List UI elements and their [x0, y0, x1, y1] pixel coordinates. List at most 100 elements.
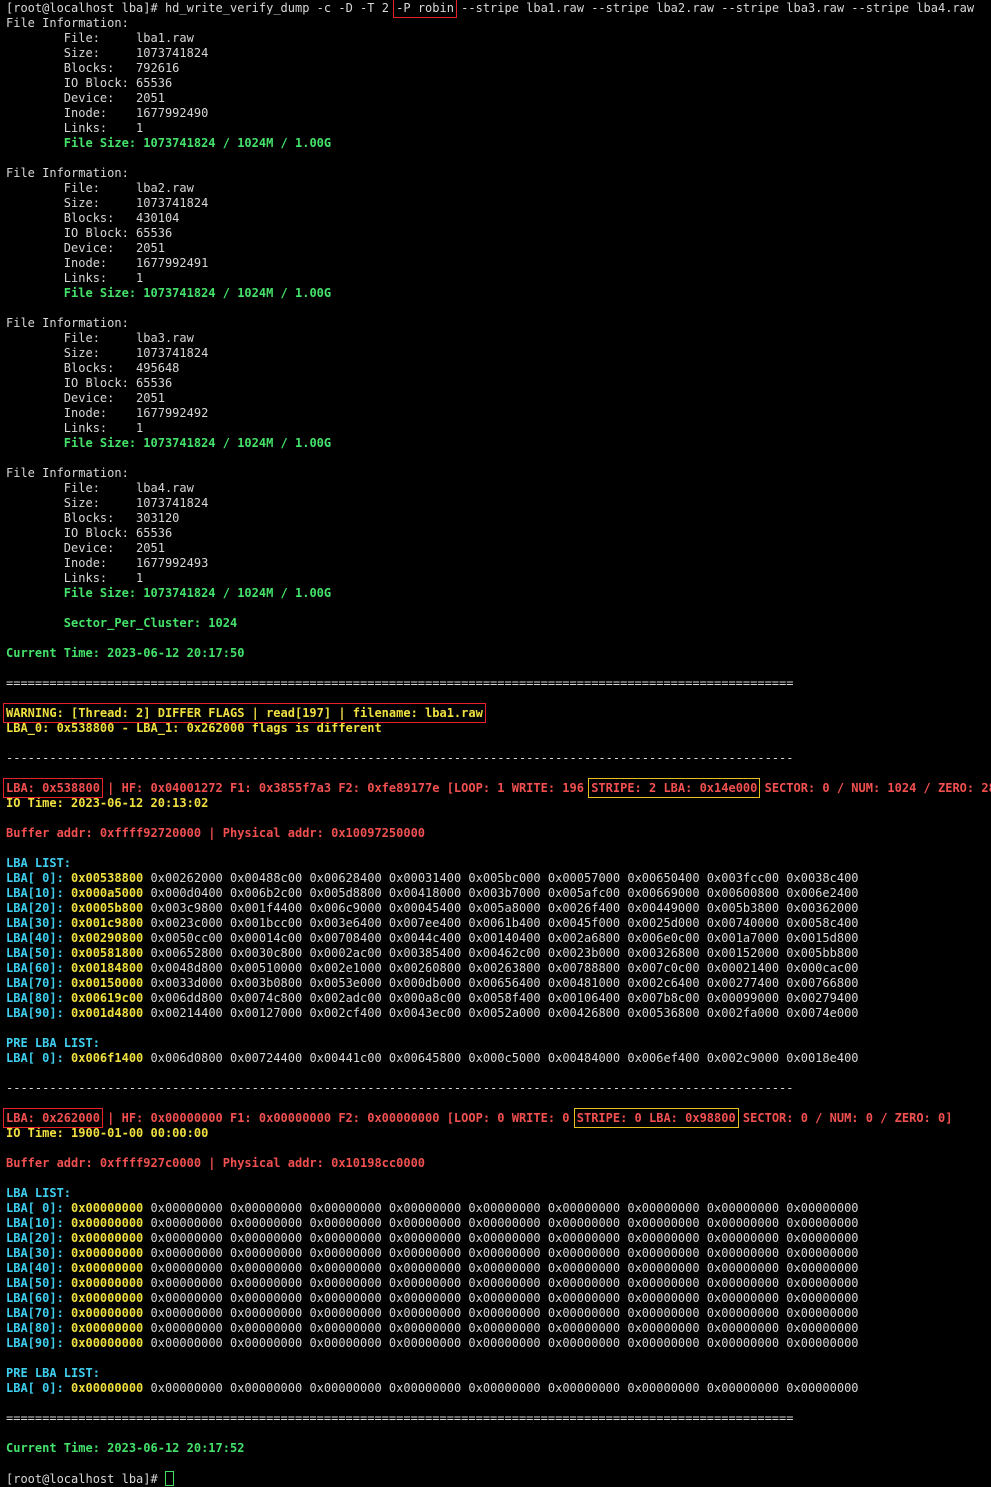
file-info-label: IO Block:: [6, 226, 137, 240]
file-info-value: 495648: [136, 361, 180, 375]
file-info-row: IO Block: 65536: [6, 526, 991, 541]
file-info-label: Size:: [6, 346, 137, 360]
lba-list-row: LBA[40]: 0x00000000 0x00000000 0x0000000…: [6, 1261, 991, 1276]
file-info-label: Blocks:: [6, 211, 137, 225]
block-cursor-icon[interactable]: [164, 1471, 174, 1486]
file-info-row: IO Block: 65536: [6, 376, 991, 391]
lba-row-label: LBA[40]:: [6, 1261, 64, 1275]
io-time: IO Time: 2023-06-12 20:13:02: [6, 796, 209, 810]
file-info-row: Links: 1: [6, 271, 991, 286]
lba-list-row: LBA[10]: 0x00000000 0x00000000 0x0000000…: [6, 1216, 991, 1231]
lba-row-values: 0x00000000 0x00000000 0x00000000 0x00000…: [150, 1216, 859, 1230]
lba-row-first: 0x00000000: [71, 1276, 144, 1290]
file-info-row: Blocks: 303120: [6, 511, 991, 526]
file-info-label: Links:: [6, 121, 137, 135]
command-args: --stripe lba1.raw --stripe lba2.raw --st…: [453, 1, 975, 15]
file-info-row: Links: 1: [6, 421, 991, 436]
file-info-value: 1073741824: [136, 46, 209, 60]
lba-row-label: LBA[20]:: [6, 901, 64, 915]
final-prompt-line[interactable]: [root@localhost lba]#: [6, 1471, 991, 1486]
file-info-row: Device: 2051: [6, 241, 991, 256]
lba-list-row: LBA[50]: 0x00581800 0x00652800 0x0030c80…: [6, 946, 991, 961]
lba-row-label: LBA[40]:: [6, 931, 64, 945]
file-info-header: File Information:: [6, 16, 129, 30]
file-info-label: IO Block:: [6, 76, 137, 90]
file-info-label: Inode:: [6, 556, 137, 570]
lba-address: LBA: 0x538800: [3, 778, 103, 798]
file-size-row: File Size: 1073741824 / 1024M / 1.00G: [6, 586, 991, 601]
command-highlight-option: -P robin: [393, 0, 457, 18]
lba-row-values: 0x00000000 0x00000000 0x00000000 0x00000…: [150, 1276, 859, 1290]
file-info-label: File:: [6, 31, 137, 45]
file-info-value: lba4.raw: [136, 481, 194, 495]
lba-row-label: LBA[90]:: [6, 1336, 64, 1350]
warning-message: WARNING: [Thread: 2] DIFFER FLAGS | read…: [3, 703, 486, 723]
file-info-value: lba2.raw: [136, 181, 194, 195]
lba-row-label: LBA[ 0]:: [6, 871, 64, 885]
lba-list-row: LBA[60]: 0x00000000 0x00000000 0x0000000…: [6, 1291, 991, 1306]
file-info-row: File: lba4.raw: [6, 481, 991, 496]
lba-row-label: LBA[60]:: [6, 1291, 64, 1305]
lba-row-first: 0x001c9800: [71, 916, 144, 930]
lba-list-row: LBA[30]: 0x001c9800 0x0023c000 0x001bcc0…: [6, 916, 991, 931]
lba-list-row: LBA[80]: 0x00000000 0x00000000 0x0000000…: [6, 1321, 991, 1336]
lba-row-values: 0x006d0800 0x00724400 0x00441c00 0x00645…: [150, 1051, 859, 1065]
lba-list-row: LBA[70]: 0x00150000 0x0033d000 0x003b080…: [6, 976, 991, 991]
lba-address: LBA: 0x262000: [3, 1108, 103, 1128]
file-info-label: File:: [6, 481, 137, 495]
lba-row-label: LBA[ 0]:: [6, 1201, 64, 1215]
file-info-value: 1073741824: [136, 346, 209, 360]
lba-row-first: 0x00000000: [71, 1336, 144, 1350]
file-info-row: File: lba2.raw: [6, 181, 991, 196]
lba-row-label: LBA[20]:: [6, 1231, 64, 1245]
file-info-value: 65536: [136, 226, 173, 240]
file-info-label: Device:: [6, 541, 137, 555]
file-info-row: Device: 2051: [6, 91, 991, 106]
file-info-label: File:: [6, 331, 137, 345]
file-info-header: File Information:: [6, 166, 129, 180]
lba-row-values: 0x00000000 0x00000000 0x00000000 0x00000…: [150, 1261, 859, 1275]
pre-lba-list-row: LBA[ 0]: 0x00000000 0x00000000 0x0000000…: [6, 1381, 991, 1396]
lba-row-first: 0x00000000: [71, 1216, 144, 1230]
file-info-row: Inode: 1677992490: [6, 106, 991, 121]
lba-list-row: LBA[40]: 0x00290800 0x0050cc00 0x00014c0…: [6, 931, 991, 946]
lba-row-values: 0x0023c000 0x001bcc00 0x003e6400 0x007ee…: [150, 916, 859, 930]
file-info-label: Blocks:: [6, 61, 137, 75]
file-info-row: IO Block: 65536: [6, 226, 991, 241]
file-info-value: 65536: [136, 76, 173, 90]
command-text: hd_write_verify_dump -c -D -T 2: [164, 1, 397, 15]
file-info-row: File: lba3.raw: [6, 331, 991, 346]
lba-list-row: LBA[30]: 0x00000000 0x00000000 0x0000000…: [6, 1246, 991, 1261]
lba-row-values: 0x000d0400 0x006b2c00 0x005d8800 0x00418…: [150, 886, 859, 900]
lba-list-row: LBA[ 0]: 0x00000000 0x00000000 0x0000000…: [6, 1201, 991, 1216]
lba-row-first: 0x00150000: [71, 976, 144, 990]
file-info-row: Links: 1: [6, 571, 991, 586]
lba-row-label: LBA[70]:: [6, 1306, 64, 1320]
file-info-value: lba3.raw: [136, 331, 194, 345]
file-info-label: Inode:: [6, 256, 137, 270]
lba-list-row: LBA[20]: 0x00000000 0x00000000 0x0000000…: [6, 1231, 991, 1246]
terminal-window[interactable]: [root@localhost lba]# hd_write_verify_du…: [0, 0, 991, 1487]
lba-row-values: 0x00000000 0x00000000 0x00000000 0x00000…: [150, 1246, 859, 1260]
file-info-label: Device:: [6, 91, 137, 105]
separator-single: ----------------------------------------…: [6, 751, 794, 765]
stripe-info: STRIPE: 2 LBA: 0x14e000: [588, 778, 761, 798]
lba-row-label: LBA[60]:: [6, 961, 64, 975]
lba-list-row: LBA[80]: 0x00619c00 0x006dd800 0x0074c80…: [6, 991, 991, 1006]
file-size-label: File Size:: [63, 436, 137, 450]
file-info-value: 2051: [136, 391, 165, 405]
file-info-row: Size: 1073741824: [6, 46, 991, 61]
file-info-value: 2051: [136, 91, 165, 105]
file-info-value: 65536: [136, 526, 173, 540]
file-info-value: 1: [136, 271, 144, 285]
file-info-row: Links: 1: [6, 121, 991, 136]
file-info-row: Blocks: 792616: [6, 61, 991, 76]
